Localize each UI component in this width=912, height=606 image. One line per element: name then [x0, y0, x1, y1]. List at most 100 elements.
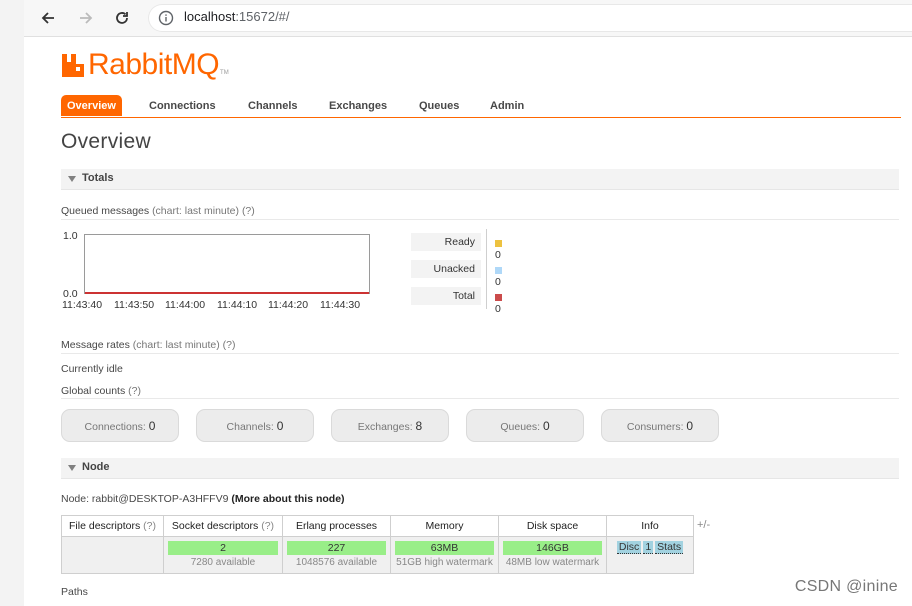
tab-connections[interactable]: Connections — [149, 95, 216, 116]
browser-toolbar: localhost:15672/#/ — [24, 0, 912, 37]
exchanges-count-label: Exchanges: — [357, 421, 413, 433]
socket-available: 7280 available — [190, 557, 256, 568]
total-swatch — [495, 293, 502, 301]
legend-unacked-value: 0 — [495, 264, 508, 288]
col-erlang-processes: Erlang processes — [282, 515, 391, 537]
disk-watermark: 48MB low watermark — [505, 557, 600, 568]
forward-arrow-icon[interactable] — [74, 6, 98, 30]
ready-count: 0 — [495, 249, 501, 261]
table-row: 2 7280 available 227 1048576 available 6… — [61, 536, 694, 574]
chart-x-tick: 11:44:20 — [268, 299, 309, 311]
rabbit-logo-icon — [62, 54, 84, 77]
divider — [61, 398, 899, 399]
info-badge-stats[interactable]: Stats — [655, 541, 684, 554]
message-rates-title: Message rates — [61, 339, 130, 351]
exchanges-count-button[interactable]: Exchanges: 8 — [331, 409, 449, 442]
info-badge-disc[interactable]: Disc — [616, 541, 642, 554]
legend-total-label[interactable]: Total — [411, 287, 481, 305]
legend-total-text: Total — [452, 290, 475, 302]
queues-count-label: Queues: — [500, 421, 541, 433]
collapse-triangle-icon — [68, 465, 76, 471]
socket-descriptors-help[interactable]: (?) — [261, 520, 274, 532]
divider — [61, 353, 899, 354]
info-icon[interactable] — [158, 10, 174, 26]
file-descriptors-help[interactable]: (?) — [143, 520, 156, 532]
erlang-processes-cell: 227 1048576 available — [282, 536, 391, 574]
file-descriptors-header: File descriptors — [69, 520, 141, 532]
legend-unacked-label[interactable]: Unacked — [411, 260, 481, 278]
reload-icon[interactable] — [110, 6, 134, 30]
node-section-label: Node — [82, 461, 110, 473]
tab-channels[interactable]: Channels — [248, 95, 298, 116]
queues-count-button[interactable]: Queues: 0 — [466, 409, 584, 442]
back-arrow-icon[interactable] — [36, 6, 60, 30]
global-counts-heading: Global counts (?) — [61, 385, 141, 397]
table-header-row: File descriptors (?) Socket descriptors … — [61, 515, 694, 537]
legend-total-value: 0 — [495, 291, 508, 315]
currently-idle-text: Currently idle — [61, 363, 123, 375]
queued-chart-range-link[interactable]: (chart: last minute) — [152, 205, 239, 217]
legend-ready-label[interactable]: Ready — [411, 233, 481, 251]
logo-text: RabbitMQ — [88, 48, 220, 81]
rabbitmq-logo[interactable]: RabbitMQ TM — [61, 46, 229, 80]
queues-count-value: 0 — [542, 419, 550, 433]
col-file-descriptors: File descriptors (?) — [61, 515, 164, 537]
tab-queues[interactable]: Queues — [419, 95, 459, 116]
address-bar[interactable]: localhost:15672/#/ — [148, 4, 912, 32]
memory-usage-bar: 63MB — [395, 541, 494, 555]
rates-chart-range-link[interactable]: (chart: last minute) — [133, 339, 220, 351]
ready-swatch — [495, 239, 502, 247]
queued-messages-title: Queued messages — [61, 205, 150, 217]
col-info: Info — [606, 515, 694, 537]
page-title: Overview — [61, 130, 151, 153]
chart-x-tick: 11:43:50 — [114, 299, 155, 311]
chart-x-tick: 11:44:30 — [320, 299, 361, 311]
socket-descriptors-header: Socket descriptors — [171, 520, 259, 532]
connections-count-button[interactable]: Connections: 0 — [61, 409, 179, 442]
disk-space-cell: 146GB 48MB low watermark — [498, 536, 607, 574]
unacked-count: 0 — [495, 276, 501, 288]
disk-usage-bar: 146GB — [503, 541, 602, 555]
col-disk-space: Disk space — [498, 515, 607, 537]
legend-ready-value: 0 — [495, 237, 508, 261]
tab-exchanges[interactable]: Exchanges — [329, 95, 387, 116]
legend-ready-text: Ready — [444, 236, 475, 248]
paths-heading: Paths — [61, 586, 88, 598]
node-name: Node: rabbit@DESKTOP-A3HFFV9 — [61, 493, 229, 505]
chart-x-tick: 11:43:40 — [62, 299, 103, 311]
url-text[interactable]: localhost:15672/#/ — [184, 9, 290, 24]
info-badge-count[interactable]: 1 — [643, 541, 654, 554]
more-about-node-link[interactable]: (More about this node) — [231, 493, 344, 505]
url-path: :15672/#/ — [235, 9, 290, 24]
rates-help-link[interactable]: (?) — [223, 339, 236, 351]
file-descriptors-cell — [61, 536, 164, 574]
consumers-count-button[interactable]: Consumers: 0 — [601, 409, 719, 442]
col-socket-descriptors: Socket descriptors (?) — [163, 515, 283, 537]
total-count: 0 — [495, 303, 501, 315]
message-rates-heading: Message rates (chart: last minute) (?) — [61, 339, 236, 351]
erlang-available: 1048576 available — [295, 557, 378, 568]
global-counts-help-link[interactable]: (?) — [128, 385, 141, 397]
queued-help-link[interactable]: (?) — [242, 205, 255, 217]
connections-count-value: 0 — [148, 419, 156, 433]
socket-usage-bar: 2 — [168, 541, 278, 555]
queued-messages-chart: 1.0 0.0 11:43:40 11:43:50 11:44:00 11:44… — [61, 228, 381, 318]
exchanges-count-value: 8 — [415, 419, 423, 433]
main-tabs: Overview Connections Channels Exchanges … — [61, 95, 901, 118]
csdn-watermark: CSDN @inine — [794, 578, 898, 595]
global-counts-title: Global counts — [61, 385, 126, 397]
tab-overview[interactable]: Overview — [61, 95, 122, 116]
node-section-toggle[interactable]: Node — [61, 458, 899, 479]
url-host: localhost — [184, 9, 236, 24]
info-cell: Disc 1 Stats — [606, 536, 694, 574]
chart-x-tick: 11:44:10 — [217, 299, 258, 311]
channels-count-value: 0 — [276, 419, 284, 433]
tab-admin[interactable]: Admin — [490, 95, 524, 116]
totals-section-toggle[interactable]: Totals — [61, 169, 899, 190]
chart-series-total-line — [85, 292, 369, 294]
channels-count-button[interactable]: Channels: 0 — [196, 409, 314, 442]
legend-divider — [486, 229, 487, 309]
column-toggle-button[interactable]: +/- — [697, 519, 710, 531]
channels-count-label: Channels: — [226, 421, 274, 433]
legend-unacked-text: Unacked — [433, 263, 475, 275]
